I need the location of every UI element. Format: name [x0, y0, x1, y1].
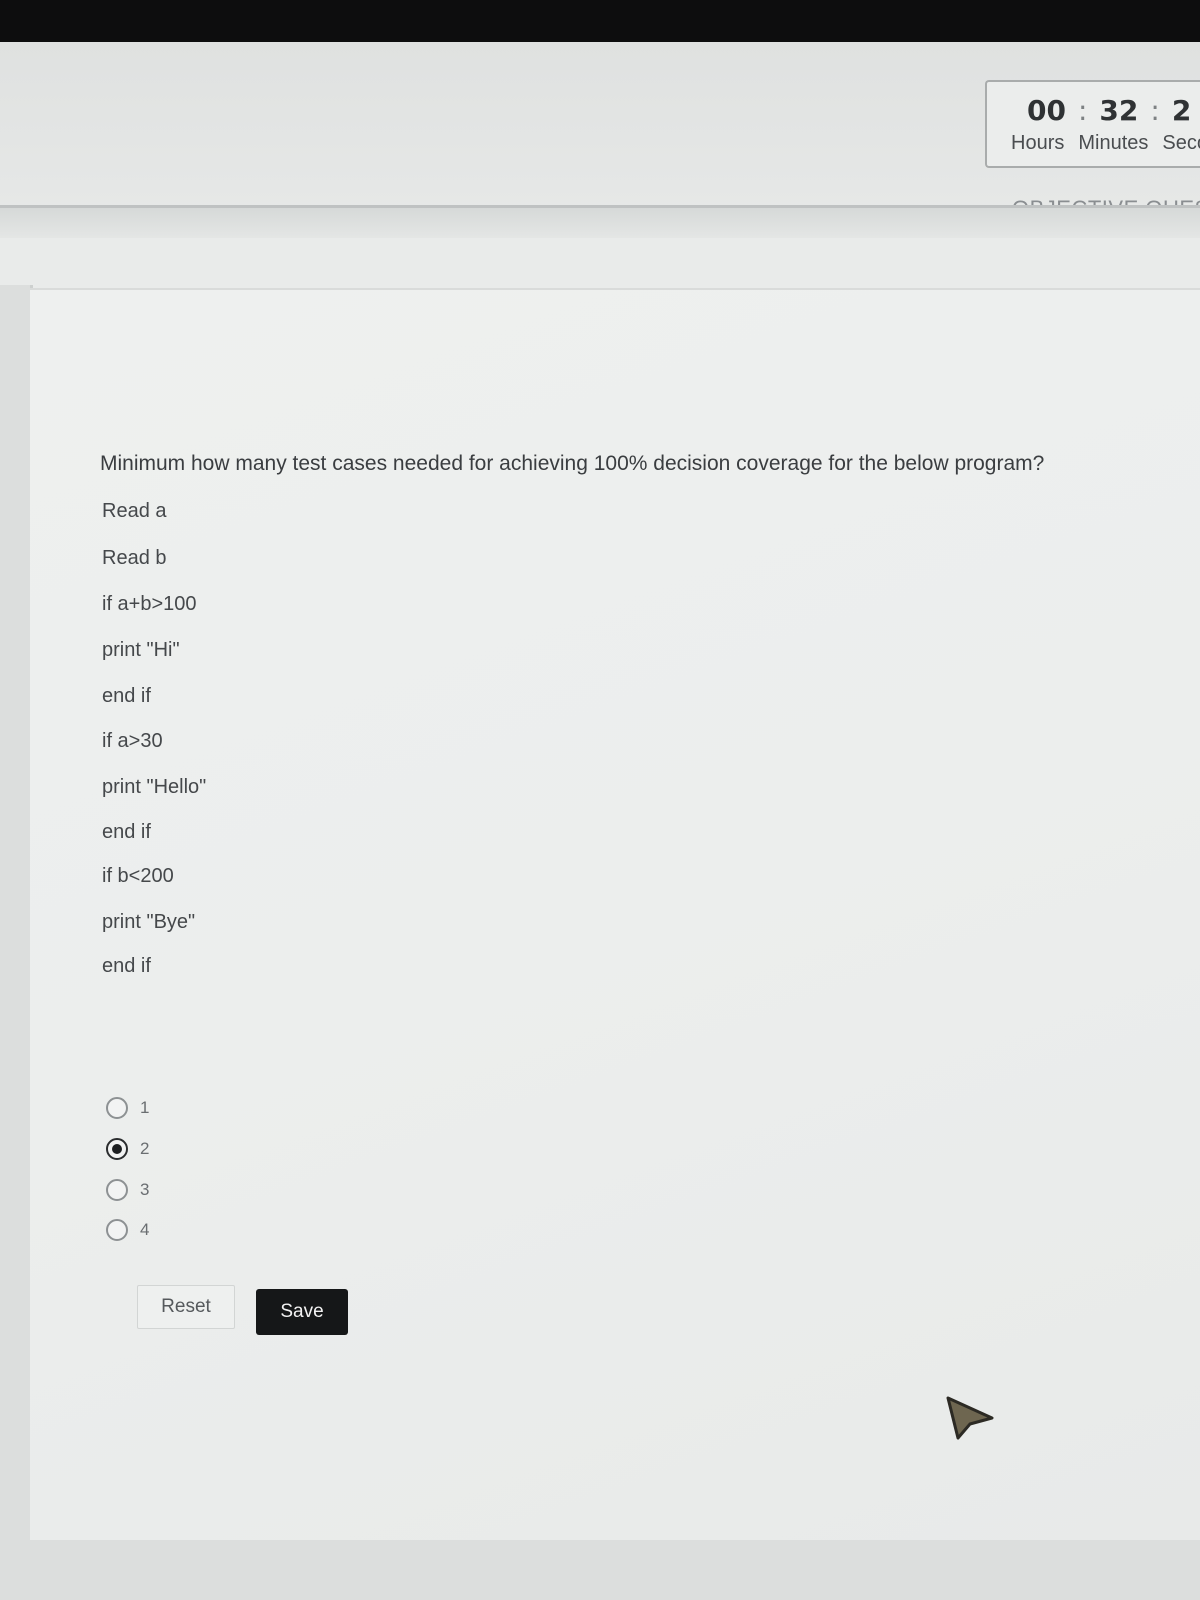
option-label: 3: [140, 1180, 150, 1199]
code-line: Read b: [102, 547, 167, 569]
timer-hours: 00: [1027, 94, 1066, 127]
timer-separator: :: [1150, 94, 1160, 127]
question-panel: [30, 288, 1200, 1543]
question-text: Minimum how many test cases needed for a…: [100, 452, 1045, 475]
page-footer: [0, 1540, 1200, 1600]
answer-option-4[interactable]: 4: [106, 1214, 149, 1246]
code-line: if b<200: [102, 865, 174, 887]
save-button[interactable]: Save: [256, 1289, 348, 1335]
radio-button[interactable]: [106, 1179, 128, 1201]
code-line: Read a: [102, 500, 167, 522]
code-line: if a>30: [102, 730, 163, 752]
code-line: if a+b>100: [102, 593, 197, 615]
radio-button[interactable]: [106, 1097, 128, 1119]
option-label: 2: [140, 1139, 150, 1158]
radio-button-selected[interactable]: [106, 1138, 128, 1160]
countdown-timer: 00:32:2 HoursMinutesSeco: [985, 80, 1200, 168]
timer-separator: :: [1077, 94, 1088, 127]
code-line: print "Bye": [102, 911, 196, 933]
reset-button[interactable]: Reset: [137, 1285, 235, 1329]
answer-option-1[interactable]: 1: [106, 1092, 149, 1124]
mouse-pointer-icon: [946, 1396, 994, 1445]
timer-labels: Hours Minutes Seco: [1011, 132, 1200, 155]
code-line: end if: [102, 821, 151, 843]
monitor-bezel: [0, 0, 1200, 42]
timer-minutes: 32: [1099, 94, 1139, 127]
radio-button[interactable]: [106, 1219, 128, 1241]
option-label: 4: [140, 1220, 150, 1239]
answer-option-2[interactable]: 2: [106, 1133, 149, 1165]
answer-option-3[interactable]: 3: [106, 1174, 149, 1206]
code-line: end if: [102, 955, 151, 977]
timer-minutes-label: Minutes: [1078, 132, 1149, 154]
code-line: print "Hi": [102, 639, 180, 661]
timer-seconds-label: Seco: [1162, 132, 1200, 154]
code-line: print "Hello": [102, 776, 207, 798]
code-line: end if: [102, 685, 151, 707]
header-shadow: [0, 208, 1200, 238]
timer-hours-label: Hours: [1011, 132, 1065, 154]
timer-values: 00:32:2: [1027, 94, 1191, 127]
option-label: 1: [140, 1098, 150, 1117]
left-sidebar-strip: [0, 285, 33, 1540]
timer-seconds: 2: [1171, 94, 1192, 127]
